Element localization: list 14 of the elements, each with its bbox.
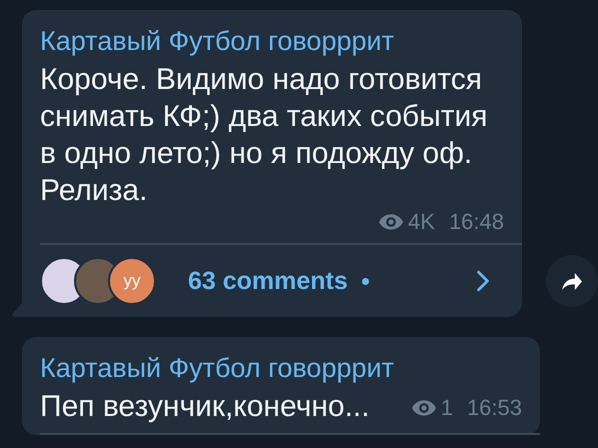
eye-icon: [410, 399, 437, 417]
channel-name[interactable]: Картавый Футбол говорррит: [40, 353, 522, 384]
message-time: 16:53: [466, 395, 522, 421]
view-count: 1: [440, 395, 453, 421]
avatar-initials: уу: [108, 257, 156, 305]
share-arrow-icon: [562, 272, 582, 290]
channel-name[interactable]: Картавый Футбол говорррит: [40, 26, 504, 57]
chevron-right-icon: [476, 270, 490, 292]
view-count: 4K: [408, 209, 435, 235]
message-text: Короче. Видимо надо готовится снимать КФ;) два таких события в одно лето;) но я подожду оф. Релиза.: [40, 62, 489, 209]
eye-icon: [378, 213, 404, 231]
message-time: 16:48: [448, 209, 504, 235]
comments-button[interactable]: уу 63 comments: [40, 245, 504, 317]
message-text: Пеп везунчик,конечно...: [40, 389, 370, 425]
